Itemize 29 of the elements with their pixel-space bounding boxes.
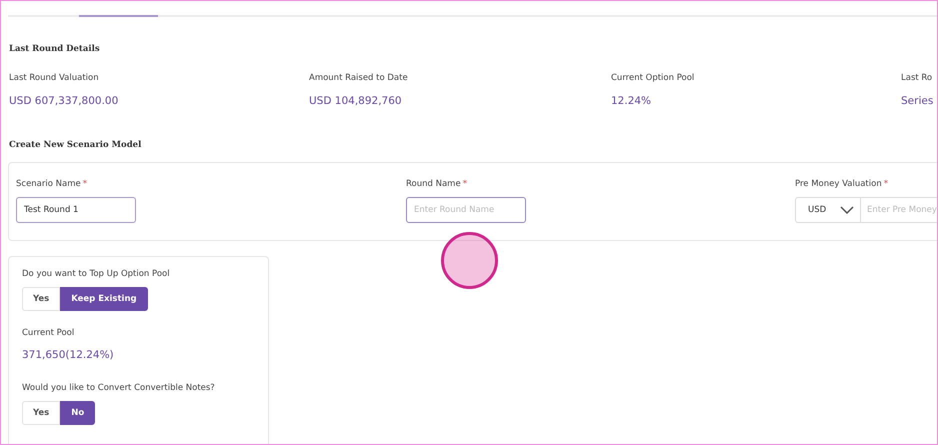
stat-label: Current Option Pool <box>611 73 696 83</box>
stat-value: USD 607,337,800.00 <box>9 95 120 107</box>
currency-select[interactable]: USD <box>795 197 861 223</box>
amount-field[interactable]: Enter Pre Money <box>861 197 937 223</box>
toggle-option[interactable]: Yes <box>22 401 60 425</box>
field-label: Pre Money Valuation <box>795 179 882 189</box>
required-mark: * <box>884 179 888 189</box>
required-mark: * <box>82 179 87 189</box>
stat-label: Last Round Valuation <box>9 73 100 83</box>
text-field[interactable]: Enter Round Name <box>406 197 526 223</box>
stat-label: Amount Raised to Date <box>309 73 409 83</box>
pool-value: 371,650(12.24%) <box>22 349 115 361</box>
stat-value: Series <box>901 95 934 107</box>
stat-label: Last Ro <box>901 73 934 83</box>
question-label: Would you like to Convert Convertible Notes? <box>22 383 216 393</box>
pool-label: Current Pool <box>22 328 76 338</box>
question-label: Do you want to Top Up Option Pool <box>22 269 171 279</box>
section-title: Create New Scenario Model <box>9 140 142 150</box>
text-field[interactable]: Test Round 1 <box>16 197 136 223</box>
field-label: Round Name <box>406 179 461 189</box>
required-mark: * <box>462 179 467 189</box>
stat-value: 12.24% <box>611 95 652 107</box>
chevron-down-icon <box>840 206 854 214</box>
field-label: Scenario Name <box>16 179 81 189</box>
toggle-option[interactable]: Yes <box>22 287 60 311</box>
toggle-option[interactable]: No <box>60 401 96 425</box>
stat-value: USD 104,892,760 <box>309 95 403 107</box>
section-title: Last Round Details <box>9 44 101 54</box>
toggle-option[interactable]: Keep Existing <box>60 287 148 311</box>
